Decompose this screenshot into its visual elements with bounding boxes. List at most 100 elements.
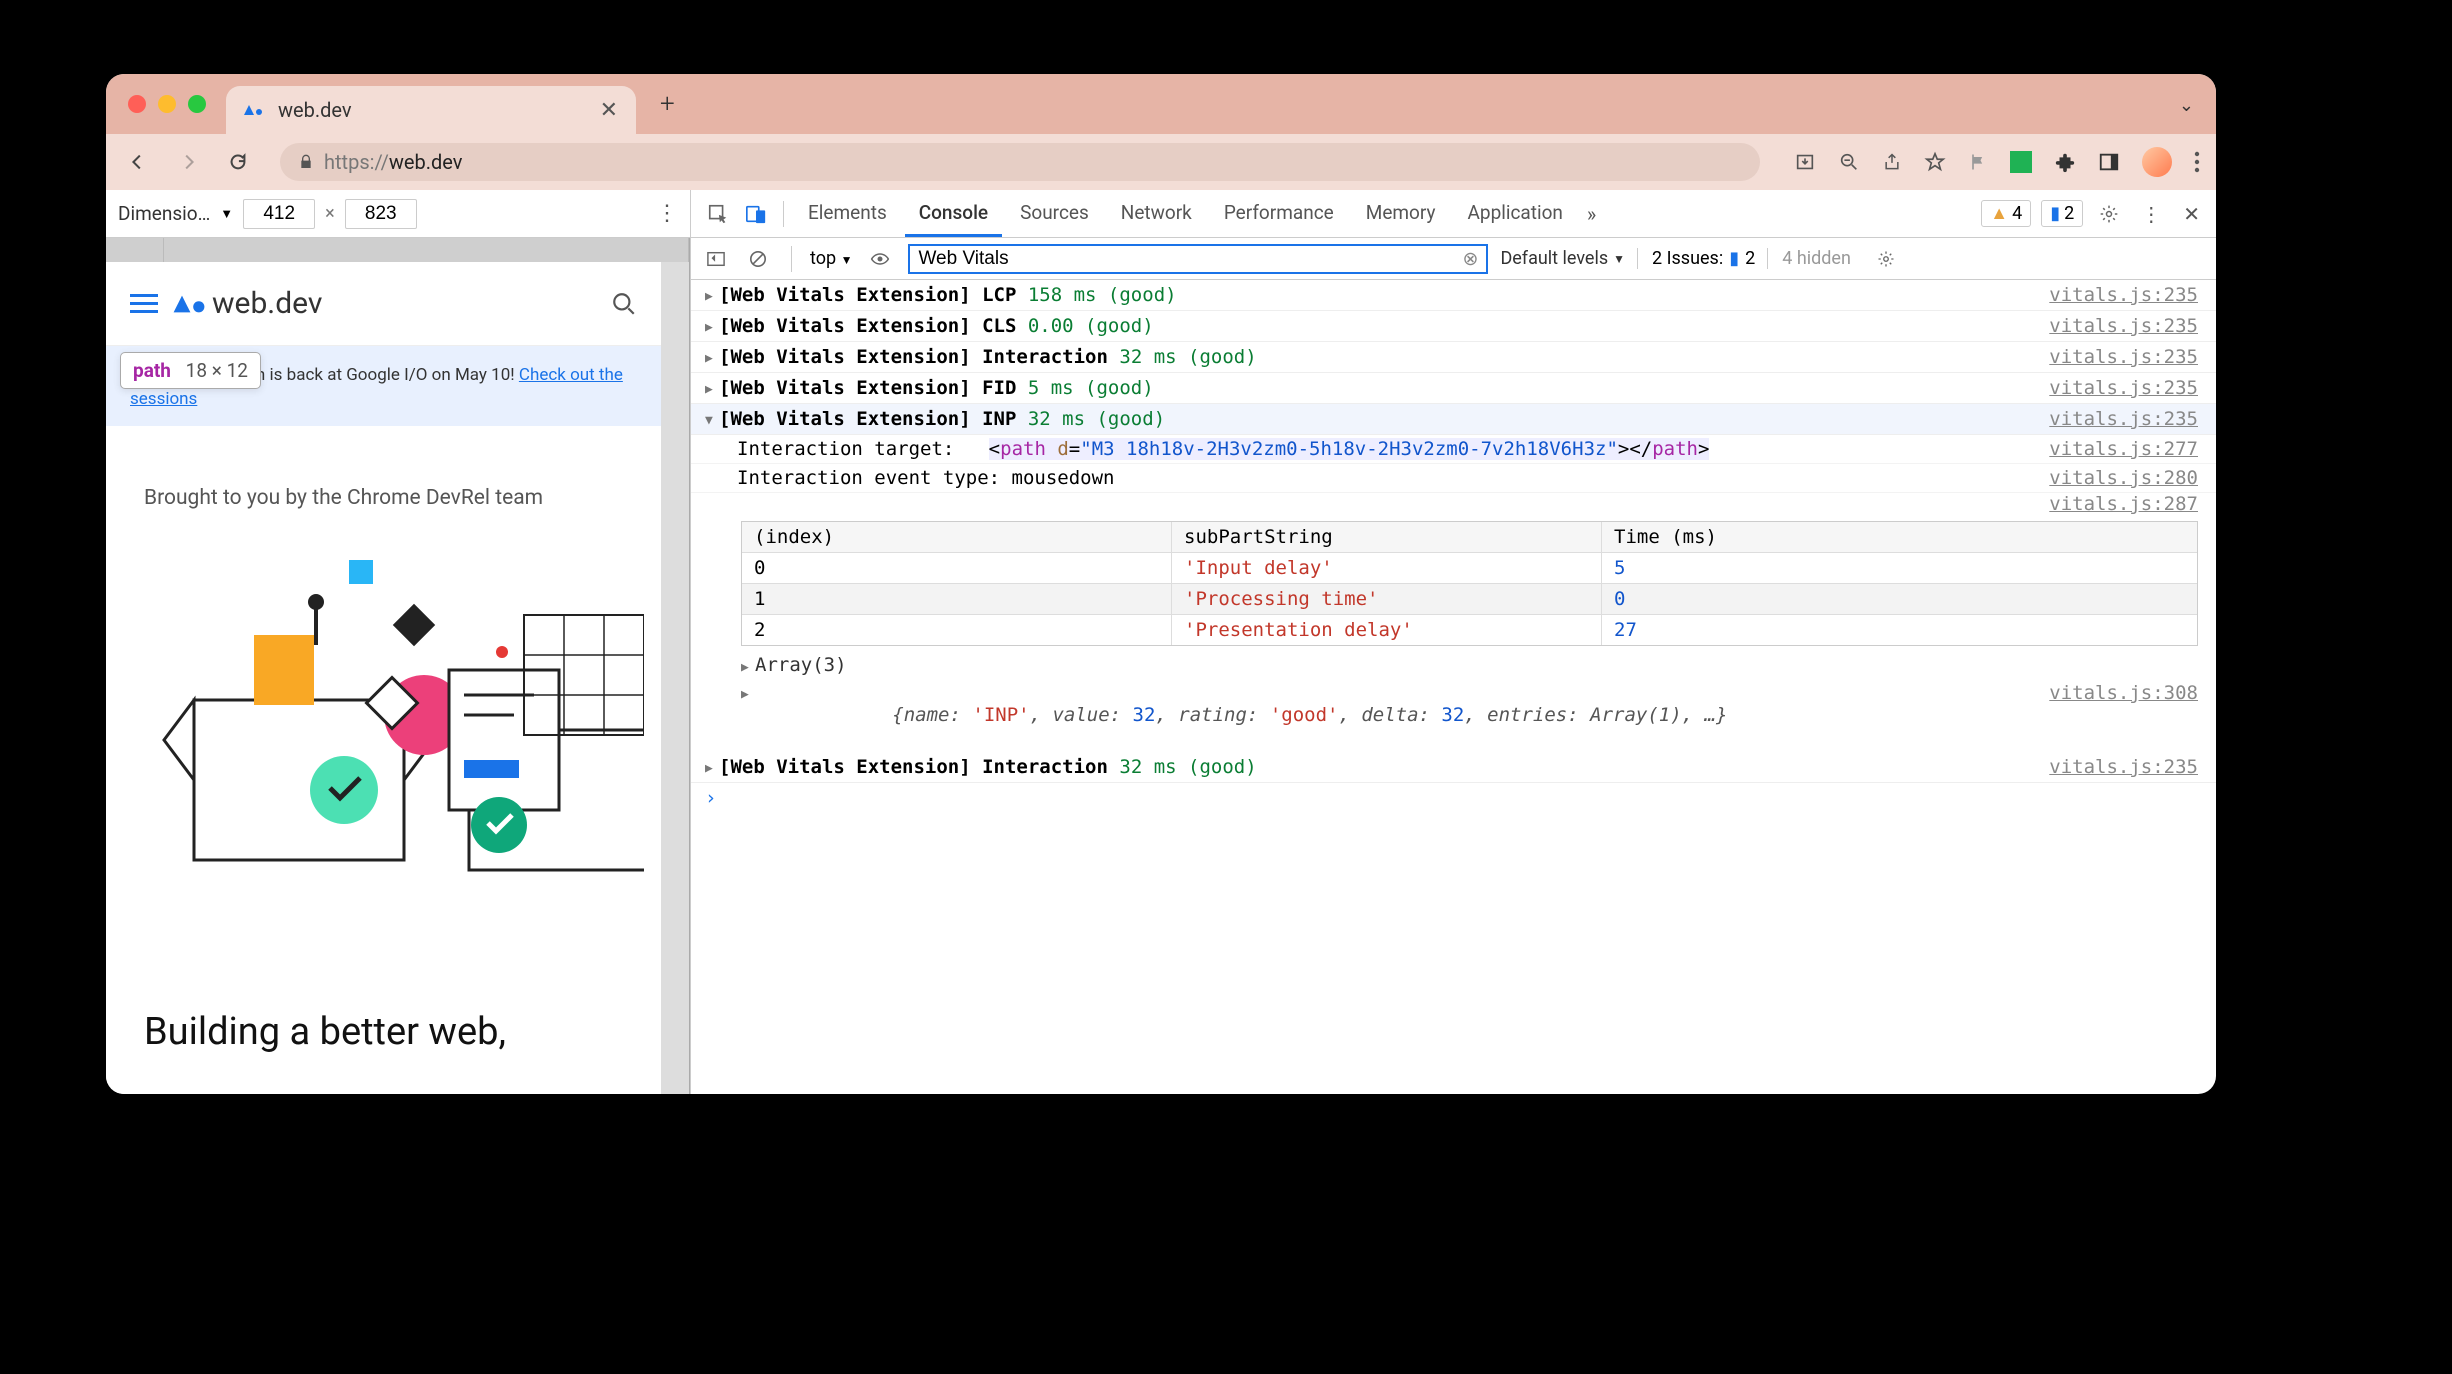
tab-title: web.dev — [278, 98, 590, 122]
profile-avatar[interactable] — [2142, 147, 2172, 177]
source-link[interactable]: vitals.js:235 — [2049, 408, 2198, 430]
console-row[interactable]: ▶ [Web Vitals Extension] Interaction 32 … — [691, 752, 2216, 783]
device-toolbar-more-icon[interactable]: ⋮ — [656, 201, 678, 226]
extensions-puzzle-icon[interactable] — [2054, 151, 2076, 173]
share-icon[interactable] — [1882, 151, 1902, 173]
hero-headline: Building a better web, — [144, 1010, 506, 1054]
tab-performance[interactable]: Performance — [1210, 190, 1348, 237]
width-input[interactable] — [243, 199, 315, 229]
ruler — [106, 238, 689, 262]
forward-button[interactable] — [172, 146, 204, 178]
devtools-more-icon[interactable]: ⋮ — [2135, 198, 2167, 230]
inspect-element-icon[interactable] — [701, 199, 735, 229]
object-summary-row[interactable]: ▶ {name: 'INP', value: 32, rating: 'good… — [691, 678, 2216, 752]
zoom-icon[interactable] — [1838, 151, 1860, 173]
source-link[interactable]: vitals.js:235 — [2049, 756, 2198, 778]
devtools-panel: Elements Console Sources Network Perform… — [691, 190, 2216, 1094]
source-link[interactable]: vitals.js:280 — [2049, 467, 2198, 489]
context-selector[interactable]: top ▼ — [810, 248, 852, 269]
reload-button[interactable] — [222, 146, 254, 178]
sidepanel-icon[interactable] — [2098, 151, 2120, 173]
minimize-window-button[interactable] — [158, 95, 176, 113]
console-prompt[interactable]: › — [691, 783, 2216, 813]
mobile-viewport[interactable]: web.dev path 18 × 12 The Chrome team is … — [106, 262, 661, 1094]
source-link[interactable]: vitals.js:235 — [2049, 284, 2198, 306]
tooltip-size: 18 × 12 — [186, 359, 248, 382]
extension-square-icon[interactable] — [2010, 151, 2032, 173]
device-toolbar: Dimensio… ▼ × ⋮ — [106, 190, 690, 238]
clear-console-icon[interactable] — [743, 246, 773, 272]
dimensions-dropdown-icon[interactable]: ▼ — [220, 206, 233, 222]
hamburger-icon[interactable] — [130, 294, 158, 313]
table-row: 2 'Presentation delay' 27 — [742, 615, 2197, 645]
site-header: web.dev — [106, 262, 661, 346]
site-name: web.dev — [212, 286, 322, 321]
titlebar: web.dev ✕ + ⌄ — [106, 74, 2216, 134]
url-box[interactable]: https://web.dev — [280, 143, 1760, 181]
new-tab-button[interactable]: + — [650, 89, 685, 119]
console-row[interactable]: ▶ [Web Vitals Extension] CLS 0.00 (good)… — [691, 311, 2216, 342]
tab-application[interactable]: Application — [1454, 190, 1577, 237]
issues-indicator[interactable]: 2 Issues: ▮2 — [1637, 248, 1755, 269]
element-tooltip: path 18 × 12 — [120, 352, 261, 389]
live-expression-icon[interactable] — [864, 245, 896, 273]
console-settings-icon[interactable] — [1871, 246, 1901, 272]
browser-window: web.dev ✕ + ⌄ https://web.dev — [106, 74, 2216, 1094]
expand-icon[interactable]: ▶ — [705, 351, 719, 366]
source-link[interactable]: vitals.js:287 — [2049, 493, 2198, 515]
tab-memory[interactable]: Memory — [1352, 190, 1450, 237]
back-button[interactable] — [122, 146, 154, 178]
maximize-window-button[interactable] — [188, 95, 206, 113]
devtools-settings-icon[interactable] — [2093, 200, 2125, 228]
expand-icon[interactable]: ▶ — [705, 382, 719, 397]
height-input[interactable] — [345, 199, 417, 229]
tab-favicon-icon — [240, 96, 268, 124]
table-row: 1 'Processing time' 0 — [742, 584, 2197, 615]
tab-sources[interactable]: Sources — [1006, 190, 1103, 237]
clear-filter-icon[interactable]: ⊗ — [1463, 247, 1479, 270]
address-bar-icons — [1794, 147, 2200, 177]
expand-icon[interactable]: ▶ — [705, 320, 719, 335]
console-table: (index) subPartString Time (ms) 0 'Input… — [741, 521, 2198, 646]
more-tabs-icon[interactable]: » — [1581, 198, 1602, 230]
site-logo[interactable]: web.dev — [172, 286, 322, 321]
device-toggle-icon[interactable] — [739, 199, 773, 229]
install-app-icon[interactable] — [1794, 151, 1816, 173]
flag-icon[interactable] — [1968, 151, 1988, 173]
console-row-expanded[interactable]: ▼ [Web Vitals Extension] INP 32 ms (good… — [691, 404, 2216, 435]
device-preview-panel: Dimensio… ▼ × ⋮ web.dev — [106, 190, 691, 1094]
close-window-button[interactable] — [128, 95, 146, 113]
collapse-icon[interactable]: ▼ — [705, 413, 719, 428]
log-levels-selector[interactable]: Default levels ▼ — [1500, 248, 1625, 269]
titlebar-right: ⌄ — [2179, 92, 2194, 116]
source-link[interactable]: vitals.js:235 — [2049, 315, 2198, 337]
tab-console[interactable]: Console — [905, 190, 1002, 237]
browser-tab[interactable]: web.dev ✕ — [226, 86, 636, 134]
tab-close-icon[interactable]: ✕ — [600, 98, 618, 123]
info-badge[interactable]: ▮2 — [2041, 200, 2083, 227]
hidden-count[interactable]: 4 hidden — [1767, 248, 1851, 269]
console-row[interactable]: ▶ [Web Vitals Extension] LCP 158 ms (goo… — [691, 280, 2216, 311]
source-link[interactable]: vitals.js:277 — [2049, 438, 2198, 460]
source-link[interactable]: vitals.js:235 — [2049, 346, 2198, 368]
tab-network[interactable]: Network — [1107, 190, 1206, 237]
bookmark-star-icon[interactable] — [1924, 151, 1946, 173]
search-icon[interactable] — [611, 291, 637, 317]
devtools-close-icon[interactable]: ✕ — [2177, 198, 2206, 230]
console-toolbar: top ▼ ⊗ Default levels ▼ 2 Issues: ▮2 4 … — [691, 238, 2216, 280]
table-row: 0 'Input delay' 5 — [742, 553, 2197, 584]
warnings-badge[interactable]: ▲4 — [1981, 200, 2031, 227]
console-row[interactable]: ▶ [Web Vitals Extension] FID 5 ms (good)… — [691, 373, 2216, 404]
chevron-down-icon[interactable]: ⌄ — [2179, 95, 2194, 116]
expand-icon[interactable]: ▶ — [705, 761, 719, 776]
source-link[interactable]: vitals.js:235 — [2049, 377, 2198, 399]
tab-elements[interactable]: Elements — [794, 190, 901, 237]
expand-icon[interactable]: ▶ — [705, 289, 719, 304]
dimensions-label: Dimensio… — [118, 202, 210, 225]
browser-menu-icon[interactable] — [2194, 151, 2200, 173]
console-filter-input[interactable]: ⊗ — [908, 244, 1488, 274]
console-row[interactable]: ▶ [Web Vitals Extension] Interaction 32 … — [691, 342, 2216, 373]
source-link[interactable]: vitals.js:308 — [2049, 682, 2198, 748]
array-summary[interactable]: ▶Array(3) — [691, 652, 2216, 678]
console-sidebar-toggle-icon[interactable] — [701, 246, 731, 272]
